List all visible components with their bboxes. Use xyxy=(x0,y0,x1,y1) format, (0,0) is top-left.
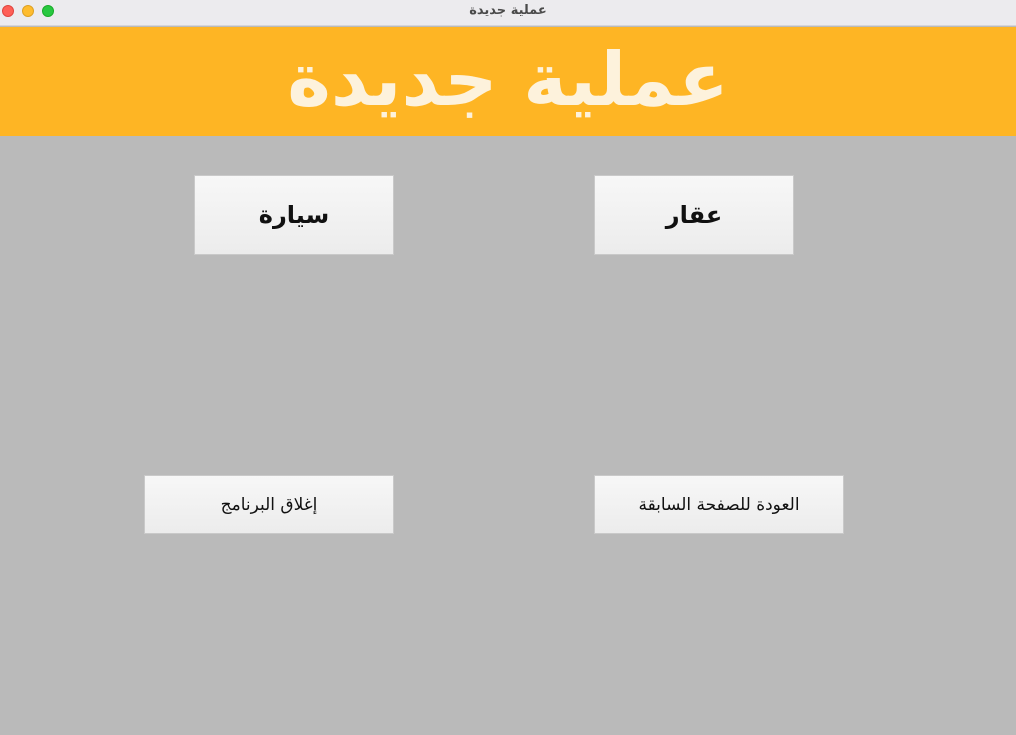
page-title: عملية جديدة xyxy=(287,37,729,123)
header-banner: عملية جديدة xyxy=(0,27,1016,136)
exit-program-button[interactable]: إغلاق البرنامج xyxy=(144,475,394,534)
window-title: عملية جديدة xyxy=(469,3,547,18)
car-button[interactable]: سيارة xyxy=(194,175,394,255)
back-button[interactable]: العودة للصفحة السابقة xyxy=(594,475,844,534)
real-estate-button[interactable]: عقار xyxy=(594,175,794,255)
title-bar: عملية جديدة xyxy=(0,0,1016,26)
app-window: عملية جديدة عملية جديدة سيارة عقار إغلاق… xyxy=(0,0,1016,735)
